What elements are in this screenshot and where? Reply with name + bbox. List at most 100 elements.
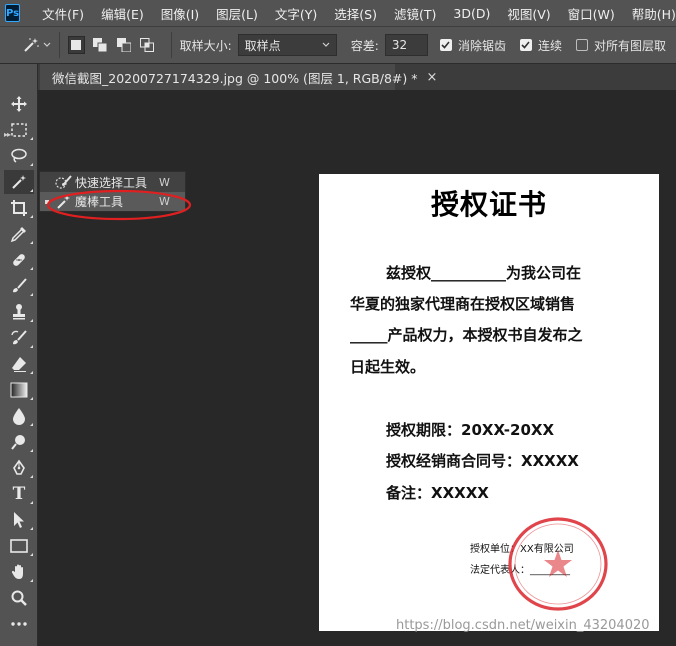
hand-icon [10, 563, 28, 581]
certificate-contract-number: 授权经销商合同号：XXXXX [386, 452, 579, 470]
menu-layer[interactable]: 图层(L) [216, 4, 258, 23]
healing-brush-tool[interactable] [4, 248, 34, 272]
menu-image[interactable]: 图像(I) [161, 4, 199, 23]
hand-tool[interactable] [4, 560, 34, 584]
menu-select[interactable]: 选择(S) [334, 4, 377, 23]
eyedropper-icon [10, 225, 28, 243]
certificate-term: 授权期限：20XX-20XX [386, 421, 555, 439]
eyedropper-tool[interactable] [4, 222, 34, 246]
menu-3d[interactable]: 3D(D) [453, 6, 490, 21]
quick-selection-tool-item[interactable]: 快速选择工具 W [40, 173, 185, 192]
dodge-tool[interactable] [4, 430, 34, 454]
move-icon [10, 95, 28, 113]
path-selection-icon [11, 511, 27, 529]
rectangle-tool[interactable] [4, 534, 34, 558]
blur-tool[interactable] [4, 404, 34, 428]
magic-wand-icon [10, 173, 28, 191]
watermark: https://blog.csdn.net/weixin_43204020 [396, 618, 650, 633]
brush-tool[interactable] [4, 274, 34, 298]
certificate-body-line: 兹授权__________为我公司在 [386, 264, 582, 282]
more-tools-icon [10, 621, 28, 627]
tolerance-input[interactable]: 32 [384, 34, 428, 56]
lasso-icon [10, 147, 28, 165]
eraser-icon [10, 355, 28, 373]
edit-toolbar-button[interactable] [4, 612, 34, 636]
path-selection-tool[interactable] [4, 508, 34, 532]
sample-all-layers-checkbox[interactable]: 对所有图层取 [576, 37, 666, 54]
menu-view[interactable]: 视图(V) [507, 4, 550, 23]
gradient-tool[interactable] [4, 378, 34, 402]
blur-icon [12, 407, 26, 425]
document-canvas[interactable]: 授权证书 兹授权__________为我公司在 华夏的独家代理商在授权区域销售 … [319, 174, 659, 631]
antialias-label: 消除锯齿 [457, 38, 506, 53]
menu-bar: Ps 文件(F) 编辑(E) 图像(I) 图层(L) 文字(Y) 选择(S) 滤… [0, 0, 676, 26]
certificate-legal-representative: 法定代表人：________ [470, 565, 570, 576]
quick-selection-icon [55, 174, 73, 191]
chevron-down-icon [43, 42, 51, 48]
certificate-body-line: 日起生效。 [350, 358, 426, 376]
pen-tool[interactable] [4, 456, 34, 480]
subtract-from-selection-button[interactable] [115, 36, 132, 54]
rectangle-icon [10, 539, 28, 553]
sample-all-layers-label: 对所有图层取 [594, 38, 667, 53]
type-icon: T [12, 484, 26, 504]
crop-tool[interactable] [4, 196, 34, 220]
pen-icon [10, 459, 28, 477]
certificate-body-line: 华夏的独家代理商在授权区域销售 [350, 295, 576, 313]
menu-filter[interactable]: 滤镜(T) [394, 4, 436, 23]
menu-file[interactable]: 文件(F) [42, 4, 84, 23]
checkmark-icon [519, 39, 532, 51]
menu-edit[interactable]: 编辑(E) [101, 4, 144, 23]
intersect-selection-button[interactable] [139, 36, 156, 54]
selected-indicator [45, 199, 49, 204]
add-to-selection-button[interactable] [92, 36, 109, 54]
document-tab[interactable]: 微信截图_20200727174329.jpg @ 100% (图层 1, RG… [40, 64, 437, 90]
magic-wand-icon [22, 36, 40, 54]
sample-size-value: 取样点 [244, 38, 281, 53]
divider [170, 32, 172, 58]
divider [59, 32, 60, 58]
magic-wand-tool-shortcut: W [159, 195, 170, 208]
magic-wand-icon [55, 194, 73, 210]
magic-wand-tool-item[interactable]: 魔棒工具 W [40, 192, 185, 211]
clone-stamp-icon [10, 303, 28, 321]
dodge-icon [10, 433, 28, 451]
zoom-tool[interactable] [4, 586, 34, 610]
unchecked-box-icon [576, 39, 588, 51]
new-selection-button[interactable] [67, 36, 85, 54]
crop-icon [10, 199, 28, 217]
tools-panel: ▸▸ T [0, 64, 38, 646]
contiguous-label: 连续 [537, 38, 562, 53]
tool-flyout-menu: 快速选择工具 W 魔棒工具 W [39, 171, 186, 212]
magic-wand-tool[interactable] [4, 170, 34, 194]
sample-size-select[interactable]: 取样点 [237, 34, 337, 56]
tool-preset-picker[interactable] [22, 36, 51, 54]
contiguous-checkbox[interactable]: 连续 [519, 37, 562, 54]
marquee-tool[interactable] [4, 118, 34, 142]
eraser-tool[interactable] [4, 352, 34, 376]
sample-size-label: 取样大小: [179, 38, 232, 53]
close-icon[interactable]: × [427, 70, 438, 85]
history-brush-tool[interactable] [4, 326, 34, 350]
certificate-remark: 备注：XXXXX [386, 484, 489, 502]
gradient-icon [10, 382, 28, 398]
move-tool[interactable] [4, 92, 34, 116]
history-brush-icon [10, 329, 28, 347]
zoom-icon [10, 589, 28, 607]
document-tab-bar: 微信截图_20200727174329.jpg @ 100% (图层 1, RG… [38, 64, 676, 90]
healing-brush-icon [10, 251, 28, 269]
quick-selection-tool-shortcut: W [159, 176, 170, 189]
quick-selection-tool-label: 快速选择工具 [75, 176, 148, 190]
type-tool[interactable]: T [4, 482, 34, 506]
menu-window[interactable]: 窗口(W) [568, 4, 615, 23]
checkmark-icon [439, 39, 452, 51]
antialias-checkbox[interactable]: 消除锯齿 [439, 37, 506, 54]
magic-wand-tool-label: 魔棒工具 [75, 195, 124, 209]
options-bar: 取样大小: 取样点 容差: 32 消除锯齿 连续 对所有图层取 [0, 26, 676, 64]
clone-stamp-tool[interactable] [4, 300, 34, 324]
tolerance-label: 容差: [350, 38, 379, 53]
lasso-tool[interactable] [4, 144, 34, 168]
menu-type[interactable]: 文字(Y) [275, 4, 317, 23]
brush-icon [10, 277, 28, 295]
menu-help[interactable]: 帮助(H) [632, 4, 676, 23]
